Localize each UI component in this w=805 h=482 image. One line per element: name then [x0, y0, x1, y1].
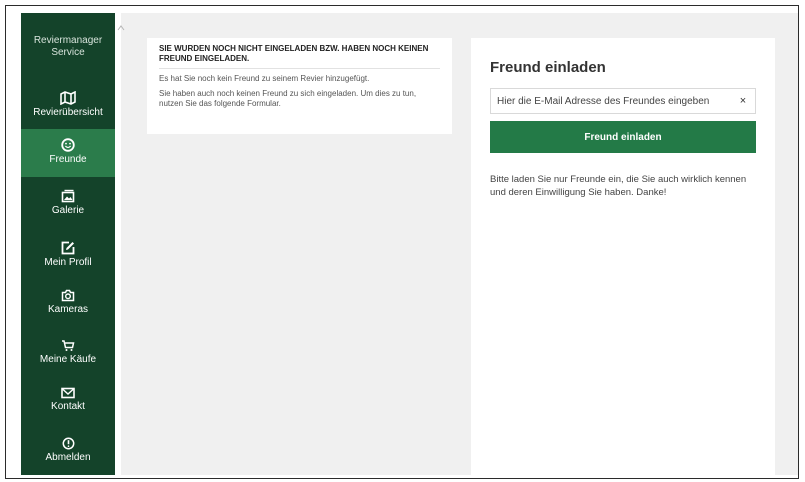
sidebar-item-revieruebersicht[interactable]: Revierübersicht: [21, 91, 115, 119]
edit-icon: [61, 241, 75, 255]
sidebar-item-label: Kontakt: [51, 401, 85, 412]
invite-heading: Freund einladen: [490, 59, 606, 76]
sidebar-item-freunde[interactable]: Freunde: [21, 129, 115, 177]
map-icon: [60, 91, 76, 105]
clear-icon[interactable]: ×: [737, 95, 749, 107]
sidebar-item-mein-profil[interactable]: Mein Profil: [21, 241, 115, 269]
mail-icon: [61, 387, 75, 399]
sidebar-item-galerie[interactable]: Galerie: [21, 189, 115, 217]
notice-title: Sie wurden noch nicht eingeladen bzw. ha…: [159, 44, 440, 69]
sidebar-item-label: Meine Käufe: [39, 354, 97, 365]
sidebar-item-kontakt[interactable]: Kontakt: [21, 387, 115, 413]
notice-text: Sie haben auch noch keinen Freund zu sic…: [159, 89, 417, 108]
smiley-icon: [61, 138, 75, 152]
chevron-up-icon[interactable]: [117, 24, 125, 32]
notice-text: Es hat Sie noch kein Freund zu seinem Re…: [159, 74, 370, 83]
sidebar-item-kameras[interactable]: Kameras: [21, 289, 115, 316]
sidebar-item-label: Abmelden: [45, 452, 91, 463]
notice-card: Sie wurden noch nicht eingeladen bzw. ha…: [147, 38, 452, 134]
sidebar-item-meine-kaeufe[interactable]: Meine Käufe: [21, 339, 115, 366]
brand-title: Reviermanager Service: [33, 35, 103, 58]
sidebar-item-label: Kameras: [47, 304, 88, 315]
sidebar-item-abmelden[interactable]: Abmelden: [21, 437, 115, 464]
invite-friend-button[interactable]: Freund einladen: [490, 121, 756, 153]
email-field: ×: [490, 88, 756, 114]
camera-icon: [61, 289, 75, 302]
email-input[interactable]: [497, 95, 737, 107]
sidebar-item-label: Revierübersicht: [33, 107, 103, 118]
sidebar-item-label: Mein Profil: [44, 257, 92, 268]
power-icon: [62, 437, 74, 450]
invite-card: Freund einladen × Freund einladen Bitte …: [471, 38, 775, 478]
invite-note: Bitte laden Sie nur Freunde ein, die Sie…: [490, 174, 747, 198]
sidebar-item-label: Galerie: [51, 205, 85, 216]
sidebar-item-label: Freunde: [49, 154, 87, 165]
sidebar: Reviermanager Service Revierübersicht Fr…: [21, 13, 115, 475]
cart-icon: [62, 340, 75, 351]
gallery-icon: [61, 189, 75, 203]
